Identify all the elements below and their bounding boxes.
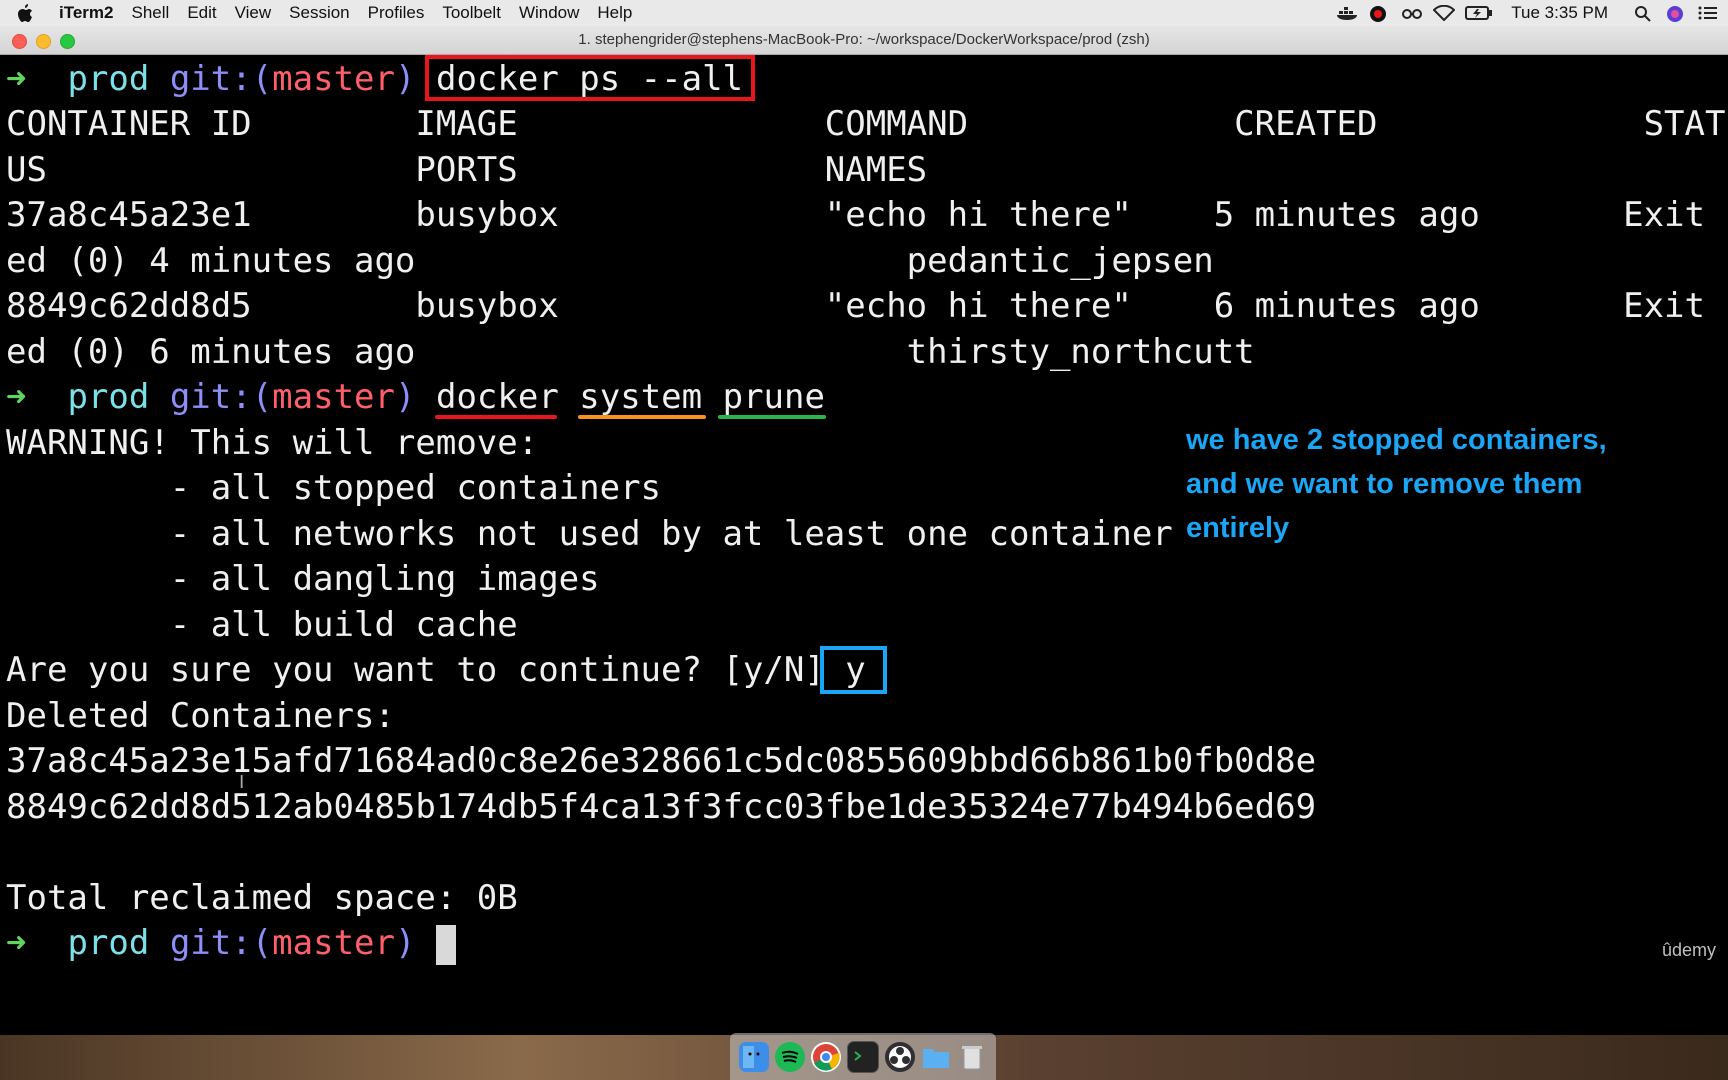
prompt-arrow-icon: ➜ [6,59,27,99]
deleted-id-1: 37a8c45a23e15afd71684ad0c8e26e328661c5dc… [6,741,1317,781]
folder-icon[interactable] [921,1042,951,1072]
finder-icon[interactable] [739,1041,769,1072]
spotify-icon[interactable] [775,1041,805,1072]
menu-bar: iTerm2 Shell Edit View Session Profiles … [0,0,1728,26]
deleted-header: Deleted Containers: [6,696,395,736]
window-title: 1. stephengrider@stephens-MacBook-Pro: ~… [578,31,1150,48]
mouse-ibeam-icon: I [239,772,245,793]
command-word-docker: docker [435,377,559,417]
battery-icon[interactable] [1465,5,1493,21]
highlight-box-answer [820,646,887,694]
underline-prune [718,415,826,419]
dock [730,1033,996,1080]
ps-header-line-1: CONTAINER ID IMAGE COMMAND CREATED STAT [6,104,1726,144]
prompt-git-open: git:( [169,377,273,417]
window-title-bar[interactable]: 1. stephengrider@stephens-MacBook-Pro: ~… [0,26,1728,55]
menu-session[interactable]: Session [280,0,358,26]
prompt-git-open: git:( [169,59,273,99]
command-word-system: system [579,377,703,417]
underline-docker [435,415,557,419]
udemy-watermark: ûdemy [1661,940,1716,960]
prompt-git-close: ) [395,377,416,417]
siri-icon[interactable] [1666,5,1686,22]
wifi-icon[interactable] [1432,4,1456,22]
prompt-line-2: ➜ prod git:(master) docker system prune [6,374,825,420]
terminal-cursor [435,924,456,965]
terminal-icon[interactable] [847,1040,879,1073]
menu-help[interactable]: Help [588,0,641,26]
menu-edit[interactable]: Edit [178,0,225,26]
warning-bullet-4: - all build cache [6,605,518,645]
obs-icon[interactable] [885,1041,915,1072]
command-word-prune: prune [722,377,825,417]
apple-icon[interactable] [0,3,50,23]
reclaimed-line: Total reclaimed space: 0B [6,878,518,918]
prompt-git-close: ) [395,59,416,99]
underline-system [578,415,706,419]
ps-row-1a: 37a8c45a23e1 busybox "echo hi there" 5 m… [6,195,1705,235]
instructor-note: we have 2 stopped containers, and we wan… [1186,424,1607,544]
prompt-arrow-icon: ➜ [6,377,27,417]
ps-row-1b: ed (0) 4 minutes ago pedantic_jepsen [6,241,1214,281]
trash-icon[interactable] [957,1042,987,1072]
prompt-branch: master [272,377,395,417]
menu-clock[interactable]: Tue 3:35 PM [1511,3,1608,23]
menu-toolbelt[interactable]: Toolbelt [433,0,510,26]
warning-bullet-3: - all dangling images [6,559,600,599]
ps-row-2b: ed (0) 6 minutes ago thirsty_northcutt [6,332,1255,372]
spotlight-search-icon[interactable] [1634,5,1654,22]
chrome-icon[interactable] [811,1041,841,1072]
glasses-icon[interactable] [1401,5,1423,21]
docker-icon[interactable] [1337,5,1358,21]
prompt-branch: master [272,59,395,99]
warning-line: WARNING! This will remove: [6,423,539,463]
prompt-arrow-icon: ➜ [6,923,27,963]
prompt-git-open: git:( [169,923,273,963]
ps-header-line-2: US PORTS NAMES [6,150,928,190]
prompt-branch: master [272,923,395,963]
ps-row-2a: 8849c62dd8d5 busybox "echo hi there" 6 m… [6,286,1705,326]
deleted-id-2: 8849c62dd8d512ab0485b174db5f4ca13f3fcc03… [6,787,1317,827]
confirm-prompt: Are you sure you want to continue? [y/N] [6,650,825,690]
menu-profiles[interactable]: Profiles [359,0,434,26]
prompt-dir: prod [67,923,150,963]
prompt-git-close: ) [395,923,416,963]
prompt-dir: prod [67,377,150,417]
confirm-line: Are you sure you want to continue? [y/N]… [6,647,866,693]
notification-center-icon[interactable] [1698,5,1718,21]
prompt-dir: prod [67,59,150,99]
prompt-line-3: ➜ prod git:(master) [6,920,456,966]
warning-bullet-2: - all networks not used by at least one … [6,514,1173,554]
menu-shell[interactable]: Shell [123,0,179,26]
menu-view[interactable]: View [226,0,281,26]
menu-app-name[interactable]: iTerm2 [50,0,123,26]
spotify-menu-icon[interactable] [1369,5,1389,22]
menu-window[interactable]: Window [510,0,588,26]
highlight-box-docker-ps [425,55,755,101]
warning-bullet-1: - all stopped containers [6,468,662,508]
